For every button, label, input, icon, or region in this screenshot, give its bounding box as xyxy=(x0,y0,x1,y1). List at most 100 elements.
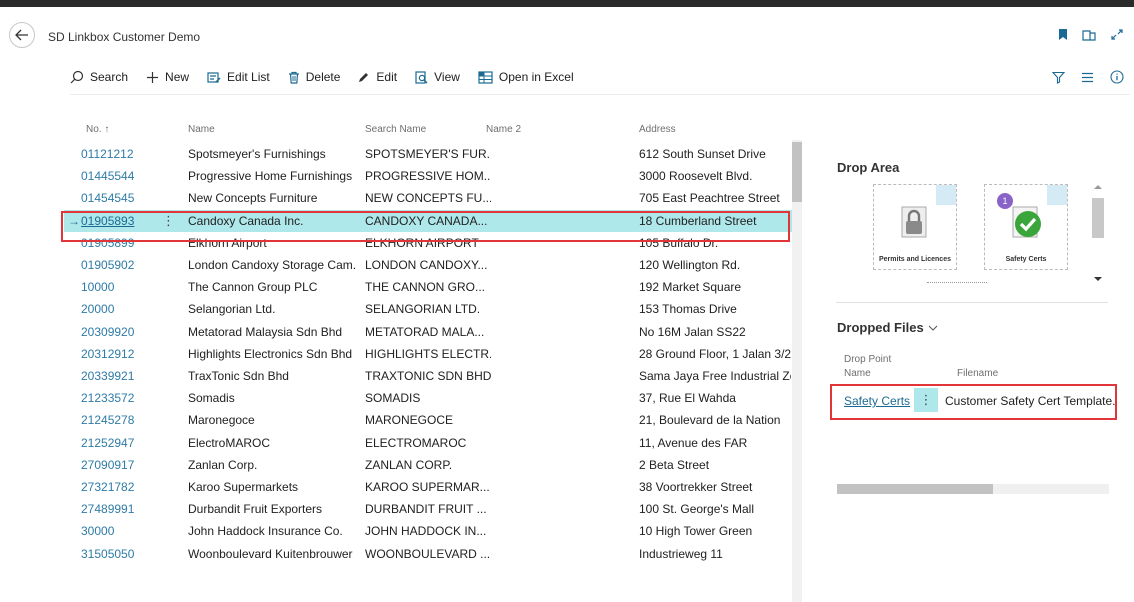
customer-address: 612 South Sunset Drive xyxy=(639,147,766,161)
customer-name: Durbandit Fruit Exporters xyxy=(188,502,323,517)
search-button[interactable]: Search xyxy=(70,70,128,84)
open-new-window-icon[interactable] xyxy=(1082,28,1096,41)
customer-no-link[interactable]: 27321782 xyxy=(81,480,161,494)
table-row[interactable]: 30000 John Haddock Insurance Co. JOHN HADD… xyxy=(64,520,792,542)
customer-no-link[interactable]: 20309920 xyxy=(81,325,161,339)
customer-name: Selangorian Ltd. xyxy=(188,302,276,317)
customer-no-link[interactable]: 21252947 xyxy=(81,436,161,450)
customer-no-link[interactable]: 01905902 xyxy=(81,258,161,272)
customer-address: 2 Beta Street xyxy=(639,457,710,472)
table-row[interactable]: 21245278 Maronegoce MARONEGOCE 21, Boulevar… xyxy=(64,409,792,431)
scroll-up-icon[interactable] xyxy=(1093,184,1103,190)
customer-no-link[interactable]: 27489991 xyxy=(81,502,161,516)
customer-search-name: SELANGORIAN LTD. xyxy=(365,302,481,317)
customer-search-name: ZANLAN CORP. xyxy=(365,457,453,472)
trash-icon xyxy=(288,71,299,84)
customer-no-link[interactable]: 31505050 xyxy=(81,547,161,561)
column-header-no[interactable]: No. ↑ xyxy=(86,124,109,135)
customer-address: 38 Voortrekker Street xyxy=(639,480,753,494)
customer-address: 37, Rue El Wahda xyxy=(639,391,736,406)
table-row[interactable]: 31505050 Woonboulevard Kuitenbrouwer WOONB… xyxy=(64,543,792,565)
new-button[interactable]: New xyxy=(146,70,189,84)
table-row[interactable]: 01905902 London Candoxy Storage Cam... LON… xyxy=(64,254,792,276)
open-in-excel-button[interactable]: Open in Excel xyxy=(478,70,574,84)
delete-button[interactable]: Delete xyxy=(288,70,340,84)
column-header-address[interactable]: Address xyxy=(639,124,676,135)
customer-no-link[interactable]: 21245278 xyxy=(81,413,161,427)
customer-no-link[interactable]: 20000 xyxy=(81,302,161,316)
column-header-drop-point-name: Name xyxy=(844,368,871,379)
table-row[interactable]: 20312912 Highlights Electronics Sdn Bhd HI… xyxy=(64,343,792,365)
customer-search-name: JOHN HADDOCK IN... xyxy=(365,524,487,539)
column-header-name-2[interactable]: Name 2 xyxy=(486,124,521,135)
edit-button[interactable]: Edit xyxy=(358,70,397,84)
table-row[interactable]: 01445544 Progressive Home Furnishings PROG… xyxy=(64,165,792,187)
table-row[interactable]: 27321782 Karoo Supermarkets KAROO SUPERMAR… xyxy=(64,476,792,498)
drop-area-scrollbar[interactable] xyxy=(1090,180,1106,290)
customer-name: Somadis xyxy=(188,391,235,406)
table-row[interactable]: 21252947 ElectroMAROC ELECTROMAROC 11, Aven… xyxy=(64,432,792,454)
customer-no-link[interactable]: 20312912 xyxy=(81,347,161,361)
factbox-divider xyxy=(836,302,1108,303)
table-row[interactable]: 20309920 Metatorad Malaysia Sdn Bhd METATO… xyxy=(64,321,792,343)
table-row[interactable]: 01121212 Spotsmeyer's Furnishings SPOTSMEY… xyxy=(64,143,792,165)
plus-icon xyxy=(147,71,159,83)
table-row[interactable]: 27090917 Zanlan Corp. ZANLAN CORP. 2 Beta S… xyxy=(64,454,792,476)
drop-point-safety-certs[interactable]: 1 Safety Certs xyxy=(984,184,1068,270)
drop-point-permits[interactable]: Permits and Licences xyxy=(873,184,957,270)
excel-icon xyxy=(478,70,493,84)
drop-area-scrollbar-thumb[interactable] xyxy=(1092,198,1104,238)
view-icon xyxy=(415,70,428,84)
checkmark-icon xyxy=(1012,206,1041,238)
info-icon[interactable] xyxy=(1110,70,1124,84)
back-arrow-icon xyxy=(15,29,28,41)
customer-name: Highlights Electronics Sdn Bhd xyxy=(188,346,353,361)
row-actions-menu-button[interactable]: ⋮ xyxy=(914,388,938,412)
table-row[interactable]: 27489991 Durbandit Fruit Exporters DURBAND… xyxy=(64,498,792,520)
back-button[interactable] xyxy=(9,22,35,48)
scroll-down-icon[interactable] xyxy=(1093,276,1103,282)
toolbar-divider xyxy=(70,94,1130,95)
customer-no-link[interactable]: 30000 xyxy=(81,524,161,538)
page-title: SD Linkbox Customer Demo xyxy=(48,30,201,44)
table-row[interactable]: 21233572 Somadis SOMADIS 37, Rue El Wahda xyxy=(64,387,792,409)
bookmark-icon[interactable] xyxy=(1058,28,1068,41)
filter-icon[interactable] xyxy=(1052,71,1065,84)
column-header-search-name[interactable]: Search Name xyxy=(365,124,426,135)
table-row[interactable]: 01454545 New Concepts Furniture NEW CONCEP… xyxy=(64,187,792,209)
table-row[interactable]: 20339921 TraxTonic Sdn Bhd TRAXTONIC SDN B… xyxy=(64,365,792,387)
lock-icon xyxy=(901,206,927,238)
customer-no-link[interactable]: 01454545 xyxy=(81,191,161,205)
customer-no-link[interactable]: 27090917 xyxy=(81,458,161,472)
edit-list-button[interactable]: Edit List xyxy=(207,70,270,84)
customer-no-link[interactable]: 21233572 xyxy=(81,391,161,405)
customer-search-name: KAROO SUPERMAR... xyxy=(365,480,490,494)
scrollbar-thumb[interactable] xyxy=(792,142,802,202)
customer-name: Progressive Home Furnishings xyxy=(188,169,353,184)
customer-no-link[interactable]: 01121212 xyxy=(81,147,161,161)
customer-address: 3000 Roosevelt Blvd. xyxy=(639,169,753,184)
view-button[interactable]: View xyxy=(415,70,460,84)
dropped-files-scrollbar-thumb[interactable] xyxy=(837,484,993,494)
customer-no-link[interactable]: 01445544 xyxy=(81,169,161,183)
table-row[interactable]: 20000 Selangorian Ltd. SELANGORIAN LTD. 153… xyxy=(64,298,792,320)
list-scrollbar[interactable] xyxy=(792,140,802,602)
search-icon xyxy=(70,70,84,84)
column-header-name[interactable]: Name xyxy=(188,124,215,135)
dropped-files-scrollbar[interactable] xyxy=(837,484,1109,494)
collapse-icon[interactable] xyxy=(1110,28,1124,41)
customer-search-name: METATORAD MALA... xyxy=(365,324,485,339)
customer-no-link[interactable]: 20339921 xyxy=(81,369,161,383)
customer-address: 100 St. George's Mall xyxy=(639,502,755,517)
table-row[interactable]: 10000 The Cannon Group PLC THE CANNON GRO.… xyxy=(64,276,792,298)
list-view-icon[interactable] xyxy=(1081,72,1094,83)
customer-name: ElectroMAROC xyxy=(188,435,271,450)
customer-address: 192 Market Square xyxy=(639,280,742,295)
dropped-files-header[interactable]: Dropped Files xyxy=(837,320,938,335)
chevron-down-icon xyxy=(928,325,938,331)
drop-area[interactable]: Permits and Licences 1 Safety Certs xyxy=(870,184,1088,288)
dropped-file-drop-point-link[interactable]: Safety Certs xyxy=(844,394,910,408)
customer-name: Karoo Supermarkets xyxy=(188,480,299,494)
customer-name: John Haddock Insurance Co. xyxy=(188,524,343,539)
customer-no-link[interactable]: 10000 xyxy=(81,280,161,294)
